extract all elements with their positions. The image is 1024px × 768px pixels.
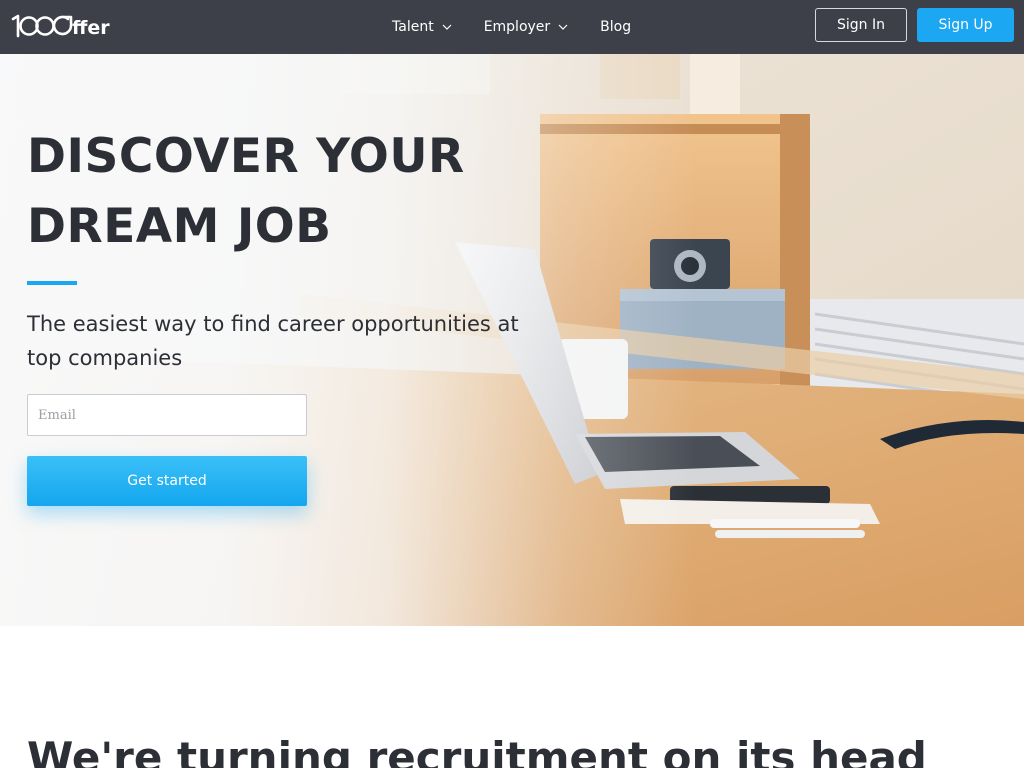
get-started-button[interactable]: Get started <box>27 456 307 506</box>
nav-employer-label: Employer <box>483 19 551 35</box>
top-navigation-bar: ffer Talent Employer Blog Sign In Sign U… <box>0 0 1024 54</box>
chevron-down-icon <box>558 24 568 30</box>
email-field[interactable] <box>27 394 307 436</box>
section-title: We're turning recruitment on its head <box>27 733 927 768</box>
recruitment-section: We're turning recruitment on its head <box>0 626 1024 768</box>
chevron-down-icon <box>442 24 452 30</box>
sign-in-button[interactable]: Sign In <box>815 8 907 42</box>
svg-text:ffer: ffer <box>72 17 110 39</box>
hero-title-line-2: DREAM JOB <box>27 199 332 254</box>
nav-blog[interactable]: Blog <box>600 19 631 35</box>
hero-subtitle: The easiest way to find career opportuni… <box>27 312 519 370</box>
hero-title: DISCOVER YOUR DREAM JOB <box>27 122 547 262</box>
nav-blog-label: Blog <box>600 19 632 35</box>
sign-up-button[interactable]: Sign Up <box>917 8 1014 42</box>
nav-employer[interactable]: Employer <box>484 19 568 35</box>
hero-section: DISCOVER YOUR DREAM JOB The easiest way … <box>0 54 1024 626</box>
nav-talent-label: Talent <box>392 19 434 35</box>
hero-title-line-1: DISCOVER YOUR <box>27 129 465 184</box>
title-accent-bar <box>27 281 77 285</box>
nav-talent[interactable]: Talent <box>392 19 452 35</box>
brand-logo[interactable]: ffer <box>10 13 120 39</box>
main-nav: Talent Employer Blog <box>392 0 663 54</box>
